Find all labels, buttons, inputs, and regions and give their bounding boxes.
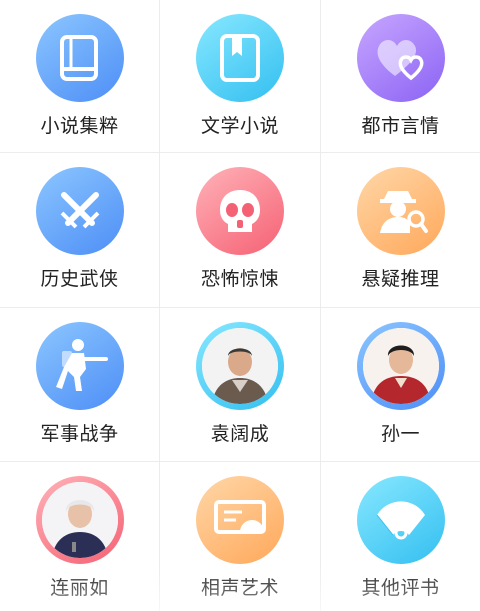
skull-icon [196, 167, 284, 255]
category-wenxuexiaoshuo[interactable]: 文学小说 [160, 0, 321, 153]
category-kongbujingsong[interactable]: 恐怖惊悚 [160, 153, 321, 308]
category-lianliru[interactable]: 连丽如 [0, 462, 160, 611]
category-label: 恐怖惊悚 [200, 268, 279, 290]
category-xiangshengyishu[interactable]: 相声艺术 [160, 462, 321, 611]
category-xuanyituili[interactable]: 悬疑推理 [321, 153, 480, 308]
category-grid: 小说集粹 文学小说 都市言情 历史武侠 恐怖惊悚 悬疑推理 军事战争 袁阔成 孙… [0, 0, 480, 611]
category-label: 孙一 [380, 423, 420, 445]
category-label: 袁阔成 [210, 423, 270, 445]
category-lishiwuxia[interactable]: 历史武侠 [0, 153, 160, 308]
detective-icon [356, 167, 445, 255]
category-yuankuocheng[interactable]: 袁阔成 [160, 308, 321, 462]
category-label: 都市言情 [361, 115, 440, 137]
category-dushiyanqing[interactable]: 都市言情 [321, 0, 480, 153]
portrait-avatar [35, 476, 124, 564]
category-sunyi[interactable]: 孙一 [321, 308, 480, 462]
book-icon [35, 14, 124, 102]
fan-icon [196, 476, 284, 564]
bookmark-book-icon [196, 14, 284, 102]
category-label: 历史武侠 [40, 268, 119, 290]
crossed-swords-icon [35, 167, 124, 255]
category-label: 相声艺术 [200, 577, 279, 599]
category-label: 文学小说 [200, 115, 279, 137]
category-label: 悬疑推理 [361, 268, 440, 290]
category-xiaoshuojicui[interactable]: 小说集粹 [0, 0, 160, 153]
soldier-icon [35, 322, 124, 410]
folding-fan-icon [356, 476, 445, 564]
category-qitapingshu[interactable]: 其他评书 [321, 462, 480, 611]
portrait-avatar [196, 322, 284, 410]
category-label: 其他评书 [361, 577, 440, 599]
category-label: 军事战争 [40, 423, 119, 445]
category-label: 连丽如 [50, 577, 109, 599]
portrait-avatar [356, 322, 445, 410]
category-label: 小说集粹 [40, 115, 119, 137]
category-junshizhanzheng[interactable]: 军事战争 [0, 308, 160, 462]
hearts-icon [356, 14, 445, 102]
